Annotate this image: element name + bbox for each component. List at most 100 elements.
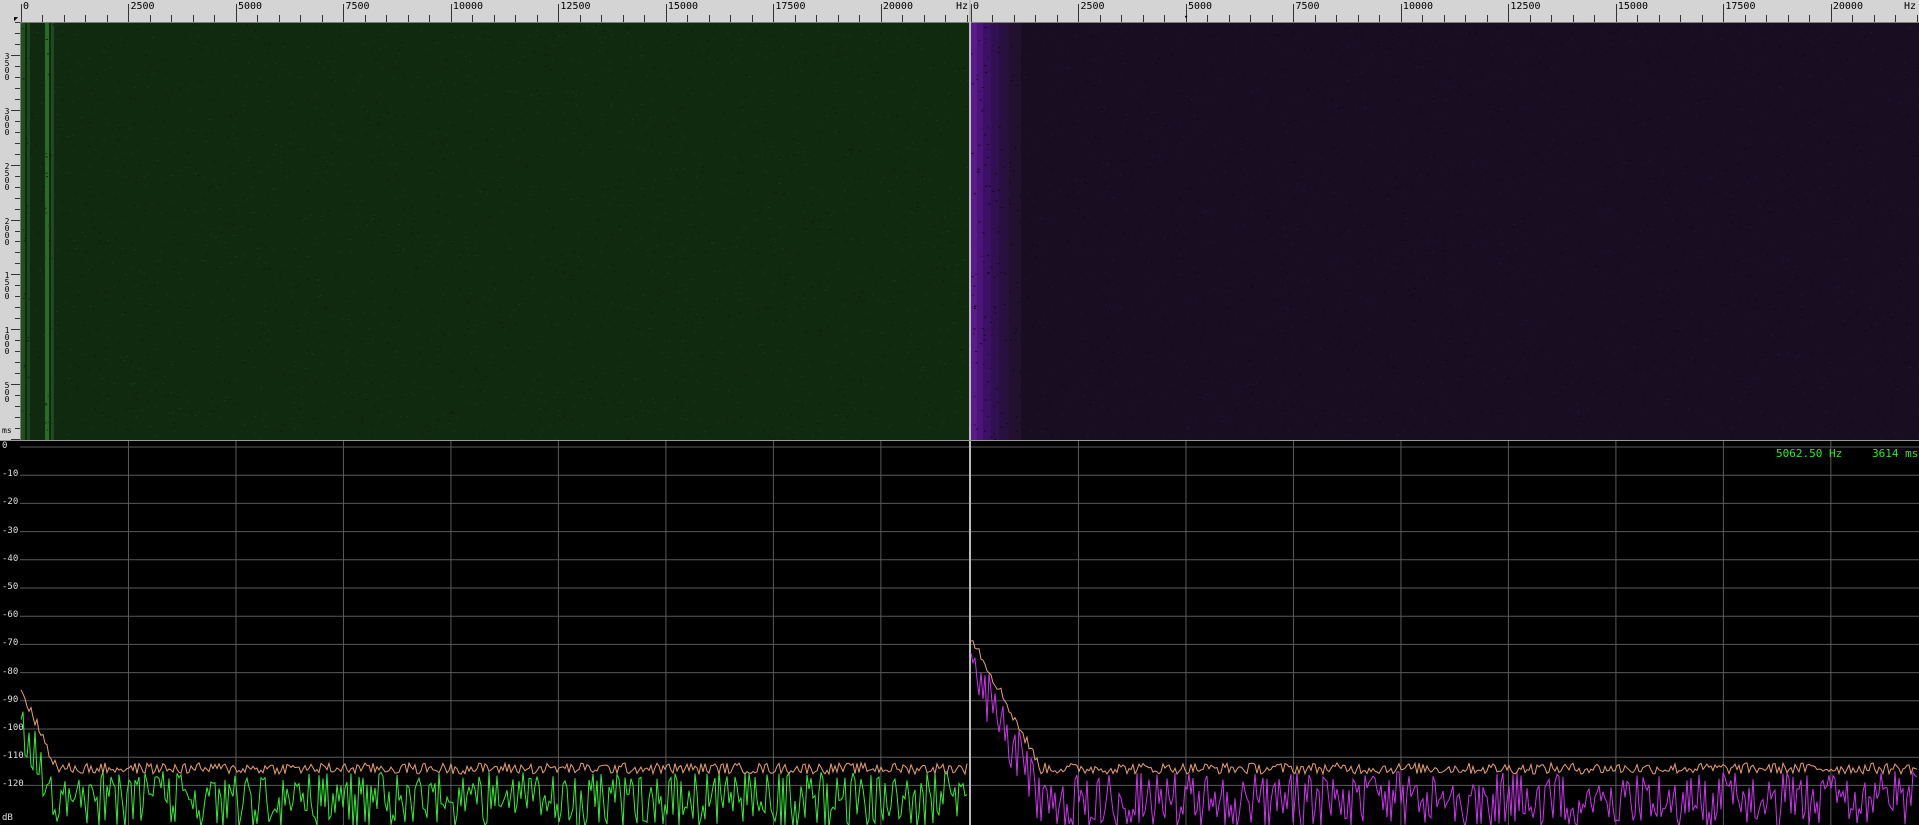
spectrogram-noise: [311, 310, 313, 311]
spectrogram-noise: [733, 248, 735, 249]
spectrogram-noise: [648, 337, 650, 338]
spectrogram-noise: [720, 304, 722, 305]
spectrogram-noise: [1083, 396, 1085, 397]
spectrogram-noise: [1820, 216, 1822, 217]
spectrogram-noise: [1565, 345, 1567, 346]
spectrogram-noise: [476, 371, 478, 372]
spectrogram-noise: [921, 48, 923, 49]
spectrogram-noise: [1270, 235, 1272, 236]
spectrogram-noise: [784, 29, 786, 30]
spectrogram-noise: [842, 178, 844, 179]
spectrogram-noise: [1286, 273, 1288, 274]
spectrogram-noise: [1783, 423, 1785, 424]
spectrogram-noise: [520, 281, 522, 282]
spectrogram-noise: [1837, 302, 1839, 303]
spectrogram-noise: [737, 227, 739, 228]
spectrogram-noise: [1268, 107, 1270, 108]
spectrogram-noise: [55, 168, 57, 169]
spectrogram-noise: [772, 427, 774, 428]
spectrogram-noise: [597, 289, 599, 290]
spectrogram-noise: [1747, 177, 1749, 178]
spectrogram-noise: [1111, 293, 1113, 294]
spectrogram-noise: [748, 299, 750, 300]
spectrogram-noise: [188, 129, 190, 130]
spectrogram-noise: [1183, 252, 1185, 253]
spectrogram-noise: [586, 342, 588, 343]
spectrogram-noise: [1866, 326, 1868, 327]
spectrogram-noise: [485, 55, 487, 56]
spectrogram-noise: [1432, 251, 1434, 252]
spectrogram-noise: [737, 172, 739, 173]
spectrogram-noise: [411, 206, 413, 207]
spectrogram-noise: [652, 188, 654, 189]
spectrogram-noise: [1302, 23, 1304, 24]
spectrogram-noise: [150, 426, 152, 427]
spectrogram-noise: [1243, 77, 1245, 78]
spectrogram-noise: [1397, 434, 1399, 435]
spectrogram-noise: [268, 166, 270, 167]
spectrogram-noise: [1024, 77, 1026, 78]
spectrogram-noise: [236, 40, 238, 41]
spectrogram-noise: [1322, 100, 1324, 101]
spectrogram-noise: [1177, 209, 1179, 210]
spectrogram-noise: [944, 63, 946, 64]
spectrogram-noise: [395, 175, 397, 176]
spectrogram-noise: [1017, 414, 1019, 415]
spectrogram-noise: [855, 177, 857, 178]
spectrogram-noise: [1068, 300, 1070, 301]
spectrogram-noise: [1148, 141, 1150, 142]
spectrogram-noise: [299, 266, 301, 267]
spectrogram-noise: [1572, 282, 1574, 283]
spectrogram-noise: [1251, 43, 1253, 44]
spectrogram-noise: [550, 325, 552, 326]
spectrogram-noise: [788, 385, 790, 386]
spectrogram-noise: [1576, 303, 1578, 304]
spectrogram-noise: [418, 347, 420, 348]
spectrogram-noise: [757, 131, 759, 132]
spectrogram-noise: [1101, 32, 1103, 33]
spectrogram-noise: [680, 405, 682, 406]
spectrogram-noise: [1875, 219, 1877, 220]
spectrogram-noise: [828, 43, 830, 44]
spectrogram-noise: [597, 24, 599, 25]
spectrogram-noise: [81, 275, 83, 276]
spectrogram-noise: [678, 110, 680, 111]
spectrogram-noise: [927, 224, 929, 225]
spectrogram-noise: [1491, 61, 1493, 62]
spectrogram-noise: [763, 431, 765, 432]
spectrogram-noise: [984, 134, 986, 135]
spectrogram-noise: [872, 268, 874, 269]
spectrogram-noise: [1691, 103, 1693, 104]
spectrogram-right-channel[interactable]: [971, 23, 1919, 440]
spectrogram-noise: [1224, 171, 1226, 172]
spectrogram-noise: [499, 189, 501, 190]
spectrogram-noise: [466, 132, 468, 133]
spectrogram-noise: [1413, 256, 1415, 257]
spectrogram-noise: [104, 52, 106, 53]
spectrogram-noise: [103, 413, 105, 414]
spectrogram-noise: [1064, 277, 1066, 278]
spectrogram-noise: [1460, 243, 1462, 244]
spectrogram-left-channel[interactable]: [21, 23, 969, 440]
spectrogram-noise: [66, 172, 68, 173]
frequency-tick-mark: [1229, 15, 1230, 22]
spectrogram-noise: [1730, 347, 1732, 348]
spectrogram-noise: [1236, 51, 1238, 52]
spectrogram-noise: [864, 37, 866, 38]
spectrogram-noise: [273, 154, 275, 155]
spectrogram-noise: [1295, 38, 1297, 39]
spectrogram-noise: [1494, 365, 1496, 366]
spectrogram-noise: [697, 58, 699, 59]
spectrogram-noise: [367, 289, 369, 290]
spectrogram-noise: [317, 279, 319, 280]
spectrogram-noise: [58, 87, 60, 88]
spectrogram-noise: [1573, 28, 1575, 29]
spectrogram-noise: [874, 57, 876, 58]
spectrogram-noise: [388, 343, 390, 344]
spectrogram-noise: [356, 142, 358, 143]
spectrogram-noise: [1667, 289, 1669, 290]
spectrogram-noise: [1291, 356, 1293, 357]
spectrogram-noise: [1108, 187, 1110, 188]
frequency-tick-mark: [214, 15, 215, 22]
spectrogram-noise: [1677, 295, 1679, 296]
